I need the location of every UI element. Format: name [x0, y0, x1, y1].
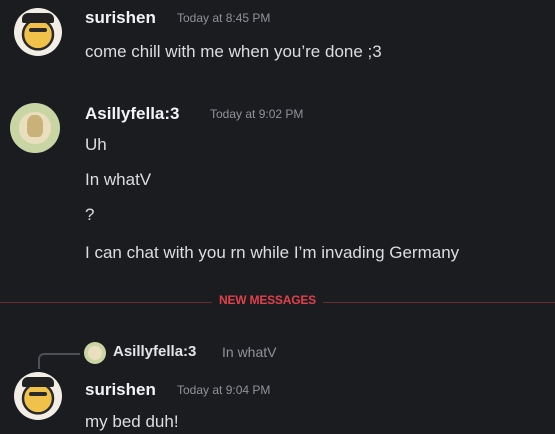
avatar-figure	[27, 115, 43, 137]
chat-window: surishen Today at 8:45 PM come chill wit…	[0, 0, 555, 434]
message-text: my bed duh!	[85, 412, 179, 431]
avatar-ears	[22, 13, 54, 23]
avatar-face	[29, 28, 47, 32]
reply-avatar[interactable]	[84, 342, 106, 364]
message-text: ?	[85, 205, 95, 224]
avatar-asillyfella[interactable]	[10, 103, 60, 153]
timestamp: Today at 9:02 PM	[210, 107, 304, 121]
timestamp: Today at 9:04 PM	[177, 383, 271, 397]
avatar-ears	[22, 377, 54, 387]
message-text: I can chat with you rn while I’m invadin…	[85, 243, 460, 262]
username[interactable]: surishen	[85, 8, 156, 28]
reply-username[interactable]: Asillyfella:3	[113, 343, 196, 360]
timestamp: Today at 8:45 PM	[177, 11, 271, 25]
avatar-face	[29, 392, 47, 396]
new-messages-label: NEW MESSAGES	[212, 293, 323, 307]
avatar-surishen[interactable]	[14, 372, 62, 420]
message-text: come chill with me when you’re done ;3	[85, 42, 382, 61]
username[interactable]: Asillyfella:3	[85, 104, 180, 124]
reply-preview-text[interactable]: In whatV	[222, 344, 276, 360]
avatar-surishen[interactable]	[14, 8, 62, 56]
message-text: Uh	[85, 135, 107, 154]
username[interactable]: surishen	[85, 380, 156, 400]
reply-spine	[38, 353, 80, 369]
message-text: In whatV	[85, 170, 152, 189]
